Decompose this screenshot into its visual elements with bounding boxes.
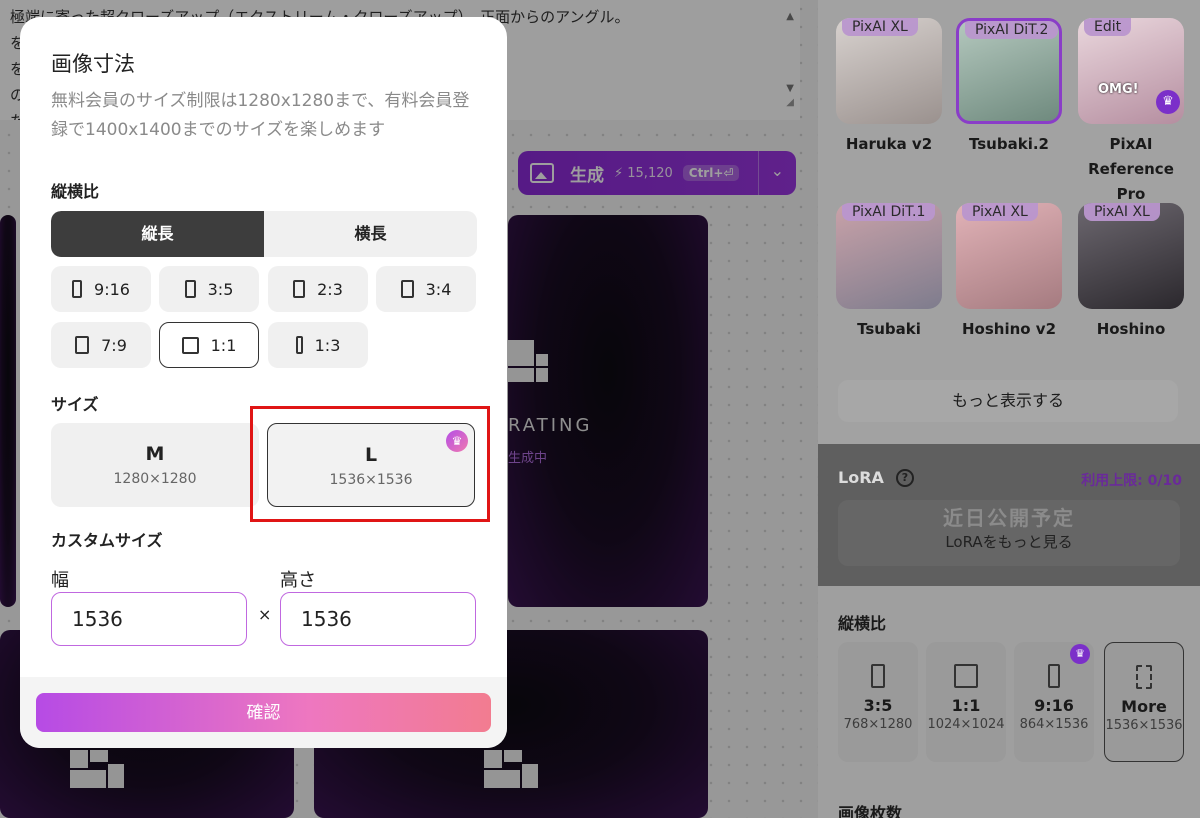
lora-title: LoRA	[838, 468, 884, 487]
portrait-icon	[295, 336, 303, 354]
lora-section: LoRA ? 利用上限: 0/10 近日公開予定 LoRAをもっと見る	[818, 444, 1200, 586]
ratio-3-5[interactable]: 3:5	[159, 266, 259, 312]
model-tag: PixAI DiT.2	[965, 21, 1059, 39]
orientation-toggle: 縦長 横長	[51, 211, 477, 257]
square-icon	[954, 664, 978, 688]
aspect-name: 3:5	[863, 696, 893, 715]
size-label: サイズ	[51, 395, 99, 414]
model-thumbnail: PixAI XL	[836, 18, 942, 124]
ratio-label: 7:9	[101, 335, 127, 355]
size-option-m[interactable]: M 1280×1280	[51, 423, 259, 507]
model-tag: PixAI DiT.1	[842, 203, 936, 221]
custom-size-label: カスタムサイズ	[51, 531, 163, 550]
more-sizes-icon	[1136, 665, 1152, 689]
ratio-label: 3:5	[207, 279, 234, 299]
portrait-icon	[871, 664, 885, 688]
ratio-2-3[interactable]: 2:3	[268, 266, 368, 312]
model-thumbnail: PixAI DiT.1	[836, 203, 942, 309]
model-thumbnail: Edit OMG! ♛	[1078, 18, 1184, 124]
size-name: M	[145, 443, 165, 465]
model-card[interactable]: PixAI DiT.1 Tsubaki	[836, 203, 942, 342]
portrait-icon	[184, 280, 196, 298]
model-tag: PixAI XL	[842, 18, 918, 36]
crown-icon: ♛	[1070, 644, 1090, 664]
show-more-models-button[interactable]: もっと表示する	[838, 380, 1178, 422]
lora-add-button[interactable]: 近日公開予定 LoRAをもっと見る	[838, 500, 1180, 566]
help-icon[interactable]: ?	[896, 469, 914, 487]
confirm-button[interactable]: 確認	[36, 693, 491, 732]
width-label: 幅	[51, 570, 69, 591]
model-name: Hoshino	[1096, 320, 1166, 338]
model-card[interactable]: PixAI XL Haruka v2	[836, 18, 942, 157]
dialog-title: 画像寸法	[51, 52, 135, 76]
landscape-tab[interactable]: 横長	[264, 211, 477, 257]
aspect-name: 9:16	[1034, 696, 1074, 715]
aspect-option-3-5[interactable]: 3:5 768×1280	[838, 642, 918, 762]
model-thumbnail: PixAI XL	[956, 203, 1062, 309]
model-card[interactable]: Edit OMG! ♛ PixAI Reference Pro	[1078, 18, 1184, 207]
model-name: Tsubaki.2	[969, 135, 1049, 153]
model-tag: PixAI XL	[962, 203, 1038, 221]
aspect-option-more[interactable]: More 1536×1536	[1104, 642, 1184, 762]
crown-icon: ♛	[1156, 90, 1180, 114]
ratio-1-1[interactable]: 1:1	[159, 322, 259, 368]
dialog-description: 無料会員のサイズ制限は1280x1280まで、有料会員登録で1400x1400ま…	[51, 91, 470, 140]
coming-soon-label: 近日公開予定	[943, 506, 1075, 530]
aspect-dims: 1536×1536	[1105, 718, 1183, 733]
model-name: Haruka v2	[845, 135, 933, 153]
portrait-icon	[400, 280, 414, 298]
highlight-box	[250, 406, 490, 522]
aspect-option-1-1[interactable]: 1:1 1024×1024	[926, 642, 1006, 762]
ratio-label: 1:3	[314, 335, 341, 355]
aspect-option-9-16[interactable]: ♛ 9:16 864×1536	[1014, 642, 1094, 762]
model-card[interactable]: PixAI XL Hoshino	[1078, 203, 1184, 342]
height-input[interactable]	[280, 592, 476, 646]
aspect-ratio-title: 縦横比	[838, 614, 887, 633]
model-name: Tsubaki	[857, 320, 921, 338]
model-name: PixAI Reference Pro	[1088, 135, 1174, 203]
lora-limit: 利用上限: 0/10	[1081, 473, 1182, 489]
ratio-label: 9:16	[94, 279, 130, 299]
ratio-9-16[interactable]: 9:16	[51, 266, 151, 312]
aspect-dims: 864×1536	[1019, 717, 1089, 732]
aspect-name: 1:1	[951, 696, 981, 715]
image-count-title: 画像枚数	[838, 804, 903, 818]
model-name: Hoshino v2	[961, 320, 1057, 338]
ratio-3-4[interactable]: 3:4	[376, 266, 476, 312]
ratio-label: 2:3	[317, 279, 343, 299]
portrait-icon	[75, 336, 90, 354]
model-tag: PixAI XL	[1084, 203, 1160, 221]
lora-see-more: LoRAをもっと見る	[945, 533, 1073, 551]
portrait-icon	[293, 280, 306, 298]
portrait-tab[interactable]: 縦長	[51, 211, 264, 257]
portrait-icon	[72, 280, 83, 298]
aspect-dims: 1024×1024	[927, 717, 1005, 732]
aspect-name: More	[1121, 697, 1167, 716]
omg-text: OMG!	[1098, 82, 1139, 97]
aspect-ratio-label: 縦横比	[51, 182, 100, 201]
size-dims: 1280×1280	[113, 471, 197, 487]
settings-panel: PixAI XL Haruka v2 PixAI DiT.2 Tsubaki.2…	[818, 0, 1200, 818]
height-label: 高さ	[280, 570, 316, 591]
ratio-label: 1:1	[210, 335, 237, 355]
dialog-footer: 確認	[20, 677, 507, 748]
model-thumbnail: PixAI XL	[1078, 203, 1184, 309]
times-symbol: ×	[258, 605, 272, 624]
image-size-dialog: 画像寸法 無料会員のサイズ制限は1280x1280まで、有料会員登録で1400x…	[20, 17, 507, 748]
model-card-selected[interactable]: PixAI DiT.2 Tsubaki.2	[956, 18, 1062, 157]
ratio-1-3[interactable]: 1:3	[268, 322, 368, 368]
width-input[interactable]	[51, 592, 247, 646]
aspect-dims: 768×1280	[843, 717, 913, 732]
model-card[interactable]: PixAI XL Hoshino v2	[956, 203, 1062, 342]
portrait-icon	[1048, 664, 1060, 688]
model-thumbnail: PixAI DiT.2	[956, 18, 1062, 124]
model-tag: Edit	[1084, 18, 1132, 36]
ratio-7-9[interactable]: 7:9	[51, 322, 151, 368]
ratio-label: 3:4	[425, 279, 452, 299]
square-icon	[181, 336, 199, 354]
